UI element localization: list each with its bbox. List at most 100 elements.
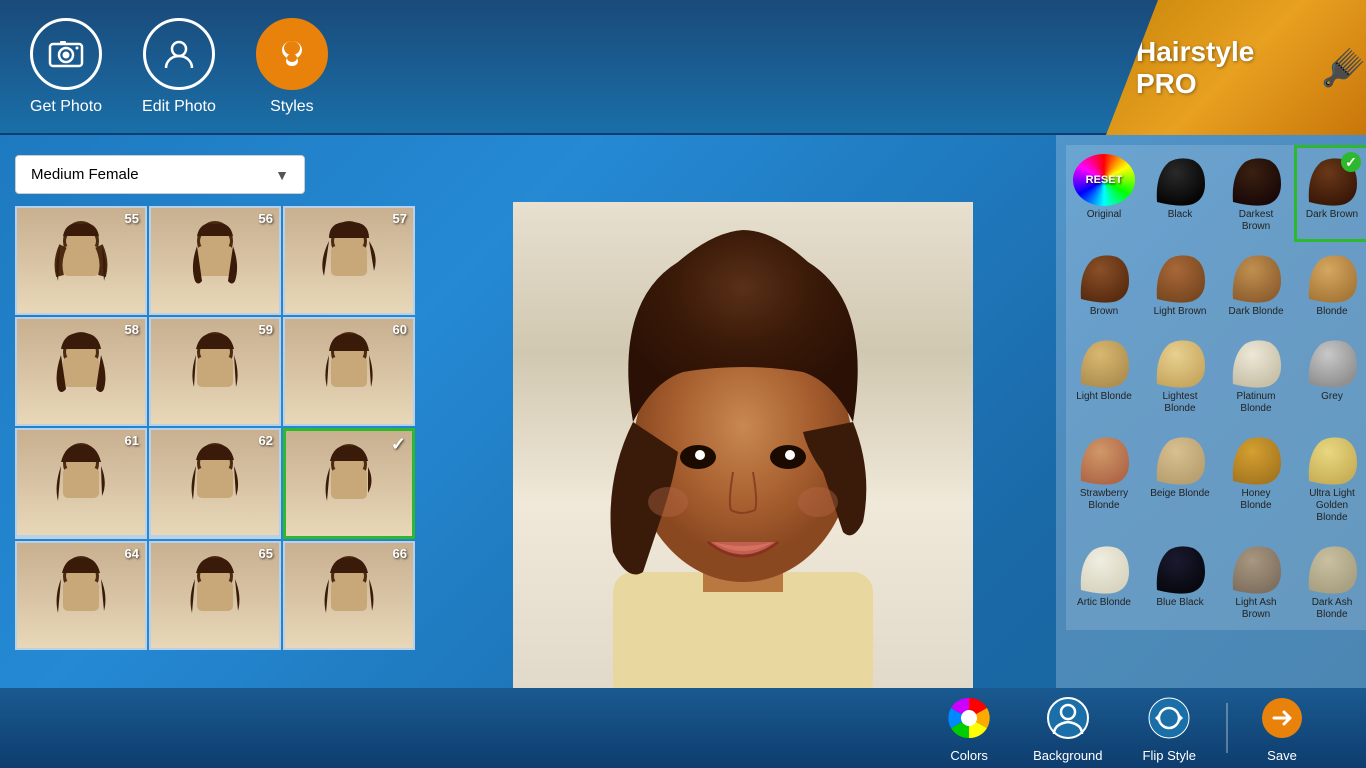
- style-item-66[interactable]: 66: [283, 541, 415, 650]
- style-item-59[interactable]: 59: [149, 317, 281, 426]
- color-blue-black[interactable]: Blue Black: [1142, 533, 1218, 630]
- nav-get-photo[interactable]: Get Photo: [30, 18, 102, 116]
- color-dark-ash-blonde[interactable]: Dark Ash Blonde: [1294, 533, 1366, 630]
- color-label-blonde: Blonde: [1316, 306, 1347, 318]
- flip-style-icon: [1145, 694, 1193, 742]
- color-swatch-platinum-blonde: [1225, 336, 1287, 388]
- style-item-55[interactable]: 55: [15, 206, 147, 315]
- color-grey[interactable]: Grey: [1294, 327, 1366, 424]
- header: Get Photo Edit Photo Styles: [0, 0, 1366, 135]
- color-dark-blonde[interactable]: Dark Blonde: [1218, 242, 1294, 327]
- color-swatch-light-brown: [1149, 251, 1211, 303]
- color-label-brown: Brown: [1090, 306, 1118, 318]
- save-label: Save: [1267, 748, 1297, 763]
- edit-photo-label: Edit Photo: [142, 98, 216, 116]
- chevron-down-icon: ▼: [275, 167, 289, 183]
- bottom-toolbar: Colors Background Flip Style: [0, 688, 1366, 768]
- color-swatch-blonde: [1301, 251, 1363, 303]
- style-item-60[interactable]: 60: [283, 317, 415, 426]
- color-panel: RESET Original Black Darkest Brown: [1056, 135, 1366, 768]
- style-item-65[interactable]: 65: [149, 541, 281, 650]
- left-panel: Medium Female ▼ 5: [0, 135, 430, 768]
- color-label-darkest-brown: Darkest Brown: [1225, 209, 1287, 233]
- style-item-56[interactable]: 56: [149, 206, 281, 315]
- logo-area: Hairstyle PRO 🪮: [1106, 0, 1366, 135]
- style-num-65: 65: [259, 546, 273, 561]
- color-dark-brown[interactable]: Dark Brown: [1294, 145, 1366, 242]
- style-item-57[interactable]: 57: [283, 206, 415, 315]
- style-num-59: 59: [259, 322, 273, 337]
- header-nav: Get Photo Edit Photo Styles: [30, 18, 328, 116]
- color-label-light-blonde: Light Blonde: [1076, 391, 1132, 403]
- center-panel: [430, 135, 1056, 768]
- color-light-ash-brown[interactable]: Light Ash Brown: [1218, 533, 1294, 630]
- toolbar-background-button[interactable]: Background: [1013, 686, 1122, 768]
- color-black[interactable]: Black: [1142, 145, 1218, 242]
- style-item-62[interactable]: 62: [149, 428, 281, 539]
- color-lightest-blonde[interactable]: Lightest Blonde: [1142, 327, 1218, 424]
- color-swatch-lightest-blonde: [1149, 336, 1211, 388]
- style-num-55: 55: [125, 211, 139, 226]
- color-label-honey-blonde: Honey Blonde: [1225, 488, 1287, 512]
- style-item-61[interactable]: 61: [15, 428, 147, 539]
- style-num-60: 60: [393, 322, 407, 337]
- color-brown[interactable]: Brown: [1066, 242, 1142, 327]
- color-light-brown[interactable]: Light Brown: [1142, 242, 1218, 327]
- styles-icon: [256, 18, 328, 90]
- color-label-lightest-blonde: Lightest Blonde: [1149, 391, 1211, 415]
- color-label-artic-blonde: Artic Blonde: [1077, 597, 1131, 609]
- color-label-light-ash-brown: Light Ash Brown: [1225, 597, 1287, 621]
- style-item-58[interactable]: 58: [15, 317, 147, 426]
- color-ultra-light-golden-blonde[interactable]: Ultra Light Golden Blonde: [1294, 424, 1366, 533]
- toolbar-save-button[interactable]: Save: [1238, 686, 1326, 768]
- style-num-66: 66: [393, 546, 407, 561]
- color-beige-blonde[interactable]: Beige Blonde: [1142, 424, 1218, 533]
- color-swatch-light-ash-brown: [1225, 542, 1287, 594]
- color-swatch-artic-blonde: [1073, 542, 1135, 594]
- reset-swatch: RESET: [1073, 154, 1135, 206]
- style-item-63[interactable]: ✓: [283, 428, 415, 539]
- color-strawberry-blonde[interactable]: Strawberry Blonde: [1066, 424, 1142, 533]
- color-label-light-brown: Light Brown: [1154, 306, 1207, 318]
- color-light-blonde[interactable]: Light Blonde: [1066, 327, 1142, 424]
- color-label-black: Black: [1168, 209, 1192, 221]
- color-swatch-dark-ash-blonde: [1301, 542, 1363, 594]
- edit-photo-icon: [143, 18, 215, 90]
- color-label-beige-blonde: Beige Blonde: [1150, 488, 1210, 500]
- style-num-62: 62: [259, 433, 273, 448]
- color-label-strawberry-blonde: Strawberry Blonde: [1073, 488, 1135, 512]
- color-label-dark-ash-blonde: Dark Ash Blonde: [1301, 597, 1363, 621]
- style-item-64[interactable]: 64: [15, 541, 147, 650]
- toolbar-colors-button[interactable]: Colors: [925, 686, 1013, 768]
- style-num-64: 64: [125, 546, 139, 561]
- color-swatch-grey: [1301, 336, 1363, 388]
- color-label-dark-brown: Dark Brown: [1306, 209, 1358, 221]
- background-label: Background: [1033, 748, 1102, 763]
- color-label-grey: Grey: [1321, 391, 1343, 403]
- nav-styles[interactable]: Styles: [256, 18, 328, 116]
- color-swatch-honey-blonde: [1225, 433, 1287, 485]
- color-artic-blonde[interactable]: Artic Blonde: [1066, 533, 1142, 630]
- toolbar-flip-style-button[interactable]: Flip Style: [1123, 686, 1216, 768]
- color-original[interactable]: RESET Original: [1066, 145, 1142, 242]
- color-honey-blonde[interactable]: Honey Blonde: [1218, 424, 1294, 533]
- colors-icon: [945, 694, 993, 742]
- main-content: Medium Female ▼ 5: [0, 135, 1366, 768]
- color-grid: RESET Original Black Darkest Brown: [1066, 145, 1356, 630]
- color-darkest-brown[interactable]: Darkest Brown: [1218, 145, 1294, 242]
- reset-label: RESET: [1086, 174, 1123, 186]
- style-num-61: 61: [125, 433, 139, 448]
- color-swatch-black: [1149, 154, 1211, 206]
- color-label-platinum-blonde: Platinum Blonde: [1225, 391, 1287, 415]
- style-num-58: 58: [125, 322, 139, 337]
- colors-label: Colors: [950, 748, 988, 763]
- flip-style-label: Flip Style: [1143, 748, 1196, 763]
- save-icon: [1258, 694, 1306, 742]
- styles-label: Styles: [270, 98, 314, 116]
- comb-icon: 🪮: [1321, 47, 1366, 89]
- nav-edit-photo[interactable]: Edit Photo: [142, 18, 216, 116]
- color-blonde[interactable]: Blonde: [1294, 242, 1366, 327]
- style-category-dropdown[interactable]: Medium Female ▼: [15, 155, 305, 194]
- color-label-ultra-light-golden-blonde: Ultra Light Golden Blonde: [1301, 488, 1363, 524]
- color-platinum-blonde[interactable]: Platinum Blonde: [1218, 327, 1294, 424]
